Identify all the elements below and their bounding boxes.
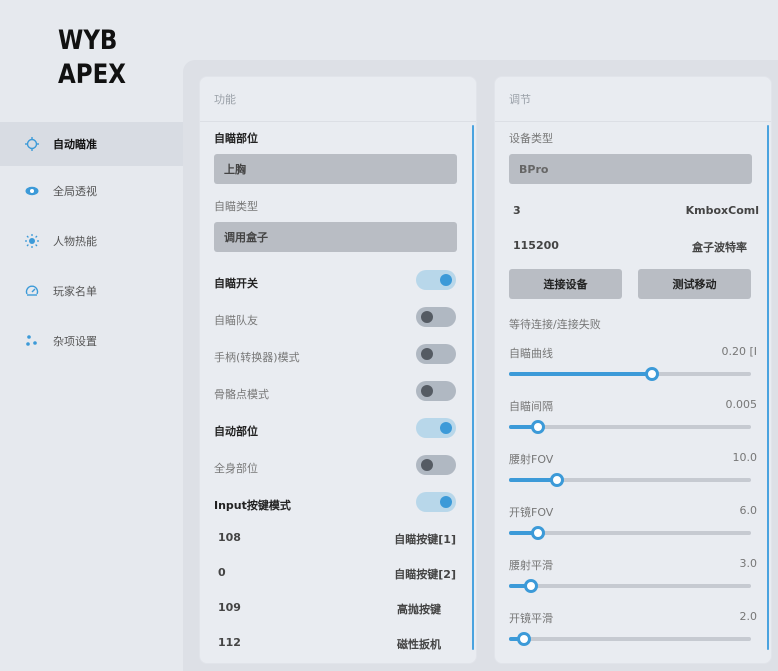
sidebar-item-label: 杂项设置: [53, 335, 97, 348]
panel-title: 功能: [214, 93, 236, 106]
sidebar-item-thermal[interactable]: 人物热能: [0, 216, 183, 266]
key-label: 自瞄按键[1]: [394, 533, 456, 546]
logo-line-1: WYB: [58, 25, 118, 56]
baud-rate-label: 盒子波特率: [692, 241, 747, 254]
slider-thumb[interactable]: [516, 632, 531, 646]
toggle-knob: [421, 311, 433, 323]
toggle-label: 骨骼点模式: [214, 388, 269, 401]
sidebar-item-label: 玩家名单: [53, 285, 97, 298]
toggle-knob: [440, 274, 452, 286]
key-label: 自瞄按键[2]: [394, 568, 456, 581]
slider-thumb[interactable]: [523, 579, 538, 593]
toggle-label: Input按键模式: [214, 499, 291, 512]
sidebar-item-label: 全局透视: [53, 185, 97, 198]
toggle-label: 自瞄开关: [214, 277, 258, 290]
slider-thumb[interactable]: [550, 473, 565, 487]
sidebar-item-aimbot[interactable]: 自动瞄准: [0, 122, 183, 166]
sidebar-item-label: 人物热能: [53, 235, 97, 248]
logo-line-2: APEX: [58, 59, 126, 90]
auto-part-toggle[interactable]: [416, 418, 456, 438]
slider-value: 10.0: [732, 451, 758, 464]
toggle-label: 手柄(转换器)模式: [214, 351, 300, 364]
full-body-toggle[interactable]: [416, 455, 456, 475]
slider-label: 自瞄曲线: [509, 347, 553, 360]
sidebar-item-esp[interactable]: 全局透视: [0, 166, 183, 216]
features-panel: 功能 自瞄部位 上胸 自瞄类型 调用盒子 自瞄开关 自瞄队友 手柄(转换器)模式…: [199, 76, 477, 664]
toggle-knob: [421, 385, 433, 397]
toggle-knob: [440, 422, 452, 434]
sidebar-item-label: 自动瞄准: [53, 138, 97, 151]
sidebar-item-misc[interactable]: 杂项设置: [0, 316, 183, 366]
slider-label: 自瞄间隔: [509, 400, 553, 413]
aim-type-label: 自瞄类型: [214, 200, 258, 213]
slider-value: 6.0: [739, 504, 758, 517]
bone-mode-toggle[interactable]: [416, 381, 456, 401]
com-port-label: KmboxComl: [685, 204, 759, 217]
aim-team-toggle[interactable]: [416, 307, 456, 327]
slider-value: 0.20 [I: [721, 345, 757, 358]
device-type-label: 设备类型: [509, 132, 553, 145]
slider-track: [509, 637, 751, 641]
eye-icon: [25, 184, 39, 198]
dots-icon: [25, 334, 39, 348]
toggle-label: 自动部位: [214, 425, 258, 438]
sidebar-nav: 自动瞄准 全局透视 人物热能 玩家名单 杂项设置: [0, 122, 183, 366]
toggle-knob: [440, 496, 452, 508]
slider-label: 腰射平滑: [509, 559, 553, 572]
slider-value: 0.005: [725, 398, 758, 411]
connection-status: 等待连接/连接失败: [509, 318, 601, 331]
slider-label: 开镜平滑: [509, 612, 553, 625]
key-value[interactable]: 109: [218, 601, 241, 614]
slider[interactable]: [509, 367, 751, 381]
slider-label: 腰射FOV: [509, 453, 554, 466]
slider-track: [509, 425, 751, 429]
adjust-panel: 调节 设备类型 BPro 3 KmboxComl 115200 盒子波特率 连接…: [494, 76, 772, 664]
slider-value: 3.0: [739, 557, 758, 570]
key-value[interactable]: 108: [218, 531, 241, 544]
slider[interactable]: [509, 579, 751, 593]
slider[interactable]: [509, 526, 751, 540]
connect-device-button[interactable]: 连接设备: [509, 269, 622, 299]
key-label: 高抛按键: [397, 603, 441, 616]
crosshair-icon: [25, 137, 39, 151]
key-label: 磁性扳机: [397, 638, 441, 651]
slider-thumb[interactable]: [531, 526, 546, 540]
slider-value: 2.0: [739, 610, 758, 623]
divider: [495, 121, 771, 122]
app-logo: WYB APEX: [58, 24, 126, 92]
aim-type-select[interactable]: 调用盒子: [214, 222, 457, 252]
aim-toggle[interactable]: [416, 270, 456, 290]
baud-rate-value[interactable]: 115200: [513, 239, 559, 252]
toggle-label: 自瞄队友: [214, 314, 258, 327]
gauge-icon: [25, 284, 39, 298]
controller-mode-toggle[interactable]: [416, 344, 456, 364]
slider-thumb[interactable]: [531, 420, 546, 434]
input-key-mode-toggle[interactable]: [416, 492, 456, 512]
panel-title: 调节: [509, 93, 531, 106]
slider[interactable]: [509, 473, 751, 487]
aim-part-select[interactable]: 上胸: [214, 154, 457, 184]
key-value[interactable]: 0: [218, 566, 226, 579]
toggle-label: 全身部位: [214, 462, 258, 475]
slider-fill: [509, 372, 652, 376]
slider-thumb[interactable]: [644, 367, 659, 381]
slider[interactable]: [509, 420, 751, 434]
aim-part-label: 自瞄部位: [214, 132, 258, 145]
com-port-value[interactable]: 3: [513, 204, 521, 217]
scrollbar[interactable]: [472, 125, 474, 650]
key-value[interactable]: 112: [218, 636, 241, 649]
sidebar-item-players[interactable]: 玩家名单: [0, 266, 183, 316]
slider-track: [509, 531, 751, 535]
slider-label: 开镜FOV: [509, 506, 554, 519]
scrollbar[interactable]: [767, 125, 769, 650]
divider: [200, 121, 476, 122]
slider[interactable]: [509, 632, 751, 646]
toggle-knob: [421, 459, 433, 471]
toggle-knob: [421, 348, 433, 360]
test-move-button[interactable]: 测试移动: [638, 269, 751, 299]
sun-icon: [25, 234, 39, 248]
device-type-select[interactable]: BPro: [509, 154, 752, 184]
slider-track: [509, 584, 751, 588]
